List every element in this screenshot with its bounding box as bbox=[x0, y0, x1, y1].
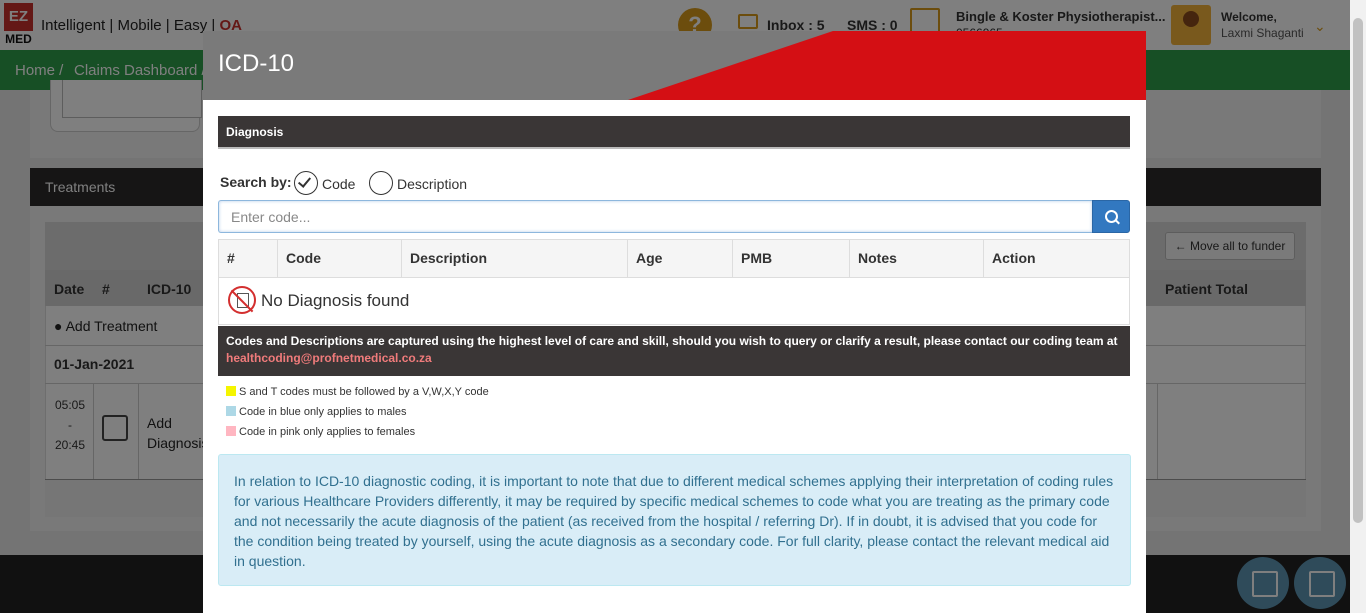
modal-title: ICD-10 bbox=[218, 50, 295, 77]
column-divider bbox=[983, 239, 984, 278]
legend-swatch-yellow bbox=[226, 386, 236, 396]
code-search-input[interactable] bbox=[218, 200, 1092, 233]
search-button[interactable] bbox=[1092, 200, 1130, 233]
header-accent-shape bbox=[628, 31, 1146, 100]
col-age: Age bbox=[636, 250, 663, 266]
col-description: Description bbox=[410, 250, 488, 266]
radio-code-label[interactable]: Code bbox=[322, 176, 355, 192]
col-number: # bbox=[227, 250, 235, 266]
diagnosis-title: Diagnosis bbox=[226, 125, 284, 139]
legend-swatch-pink bbox=[226, 426, 236, 436]
column-divider bbox=[627, 239, 628, 278]
col-notes: Notes bbox=[858, 250, 897, 266]
radio-code[interactable] bbox=[294, 171, 318, 195]
notice-text: Codes and Descriptions are captured usin… bbox=[226, 334, 1118, 348]
coding-info-alert: In relation to ICD-10 diagnostic coding,… bbox=[218, 454, 1131, 586]
no-results-icon bbox=[228, 286, 256, 314]
legend-swatch-blue bbox=[226, 406, 236, 416]
radio-description-label[interactable]: Description bbox=[397, 176, 467, 192]
notice-email-link[interactable]: healthcoding@profnetmedical.co.za bbox=[226, 350, 1122, 367]
column-divider bbox=[277, 239, 278, 278]
legend-item-males: Code in blue only applies to males bbox=[226, 406, 407, 418]
column-divider bbox=[401, 239, 402, 278]
modal-header: ICD-10 bbox=[203, 31, 1146, 100]
coding-notice: Codes and Descriptions are captured usin… bbox=[218, 326, 1130, 376]
legend-item-st-codes: S and T codes must be followed by a V,W,… bbox=[226, 386, 489, 398]
column-divider bbox=[849, 239, 850, 278]
search-by-label: Search by: bbox=[220, 174, 292, 190]
empty-message: No Diagnosis found bbox=[261, 291, 410, 310]
radio-description[interactable] bbox=[369, 171, 393, 195]
col-code: Code bbox=[286, 250, 321, 266]
legend-item-females: Code in pink only applies to females bbox=[226, 426, 415, 438]
column-divider bbox=[732, 239, 733, 278]
icd10-modal: ICD-10 Diagnosis Search by: Code Descrip… bbox=[203, 31, 1146, 613]
diagnosis-section-header: Diagnosis bbox=[218, 116, 1130, 149]
col-pmb: PMB bbox=[741, 250, 773, 266]
scrollbar-thumb[interactable] bbox=[1353, 18, 1363, 523]
col-action: Action bbox=[992, 250, 1036, 266]
